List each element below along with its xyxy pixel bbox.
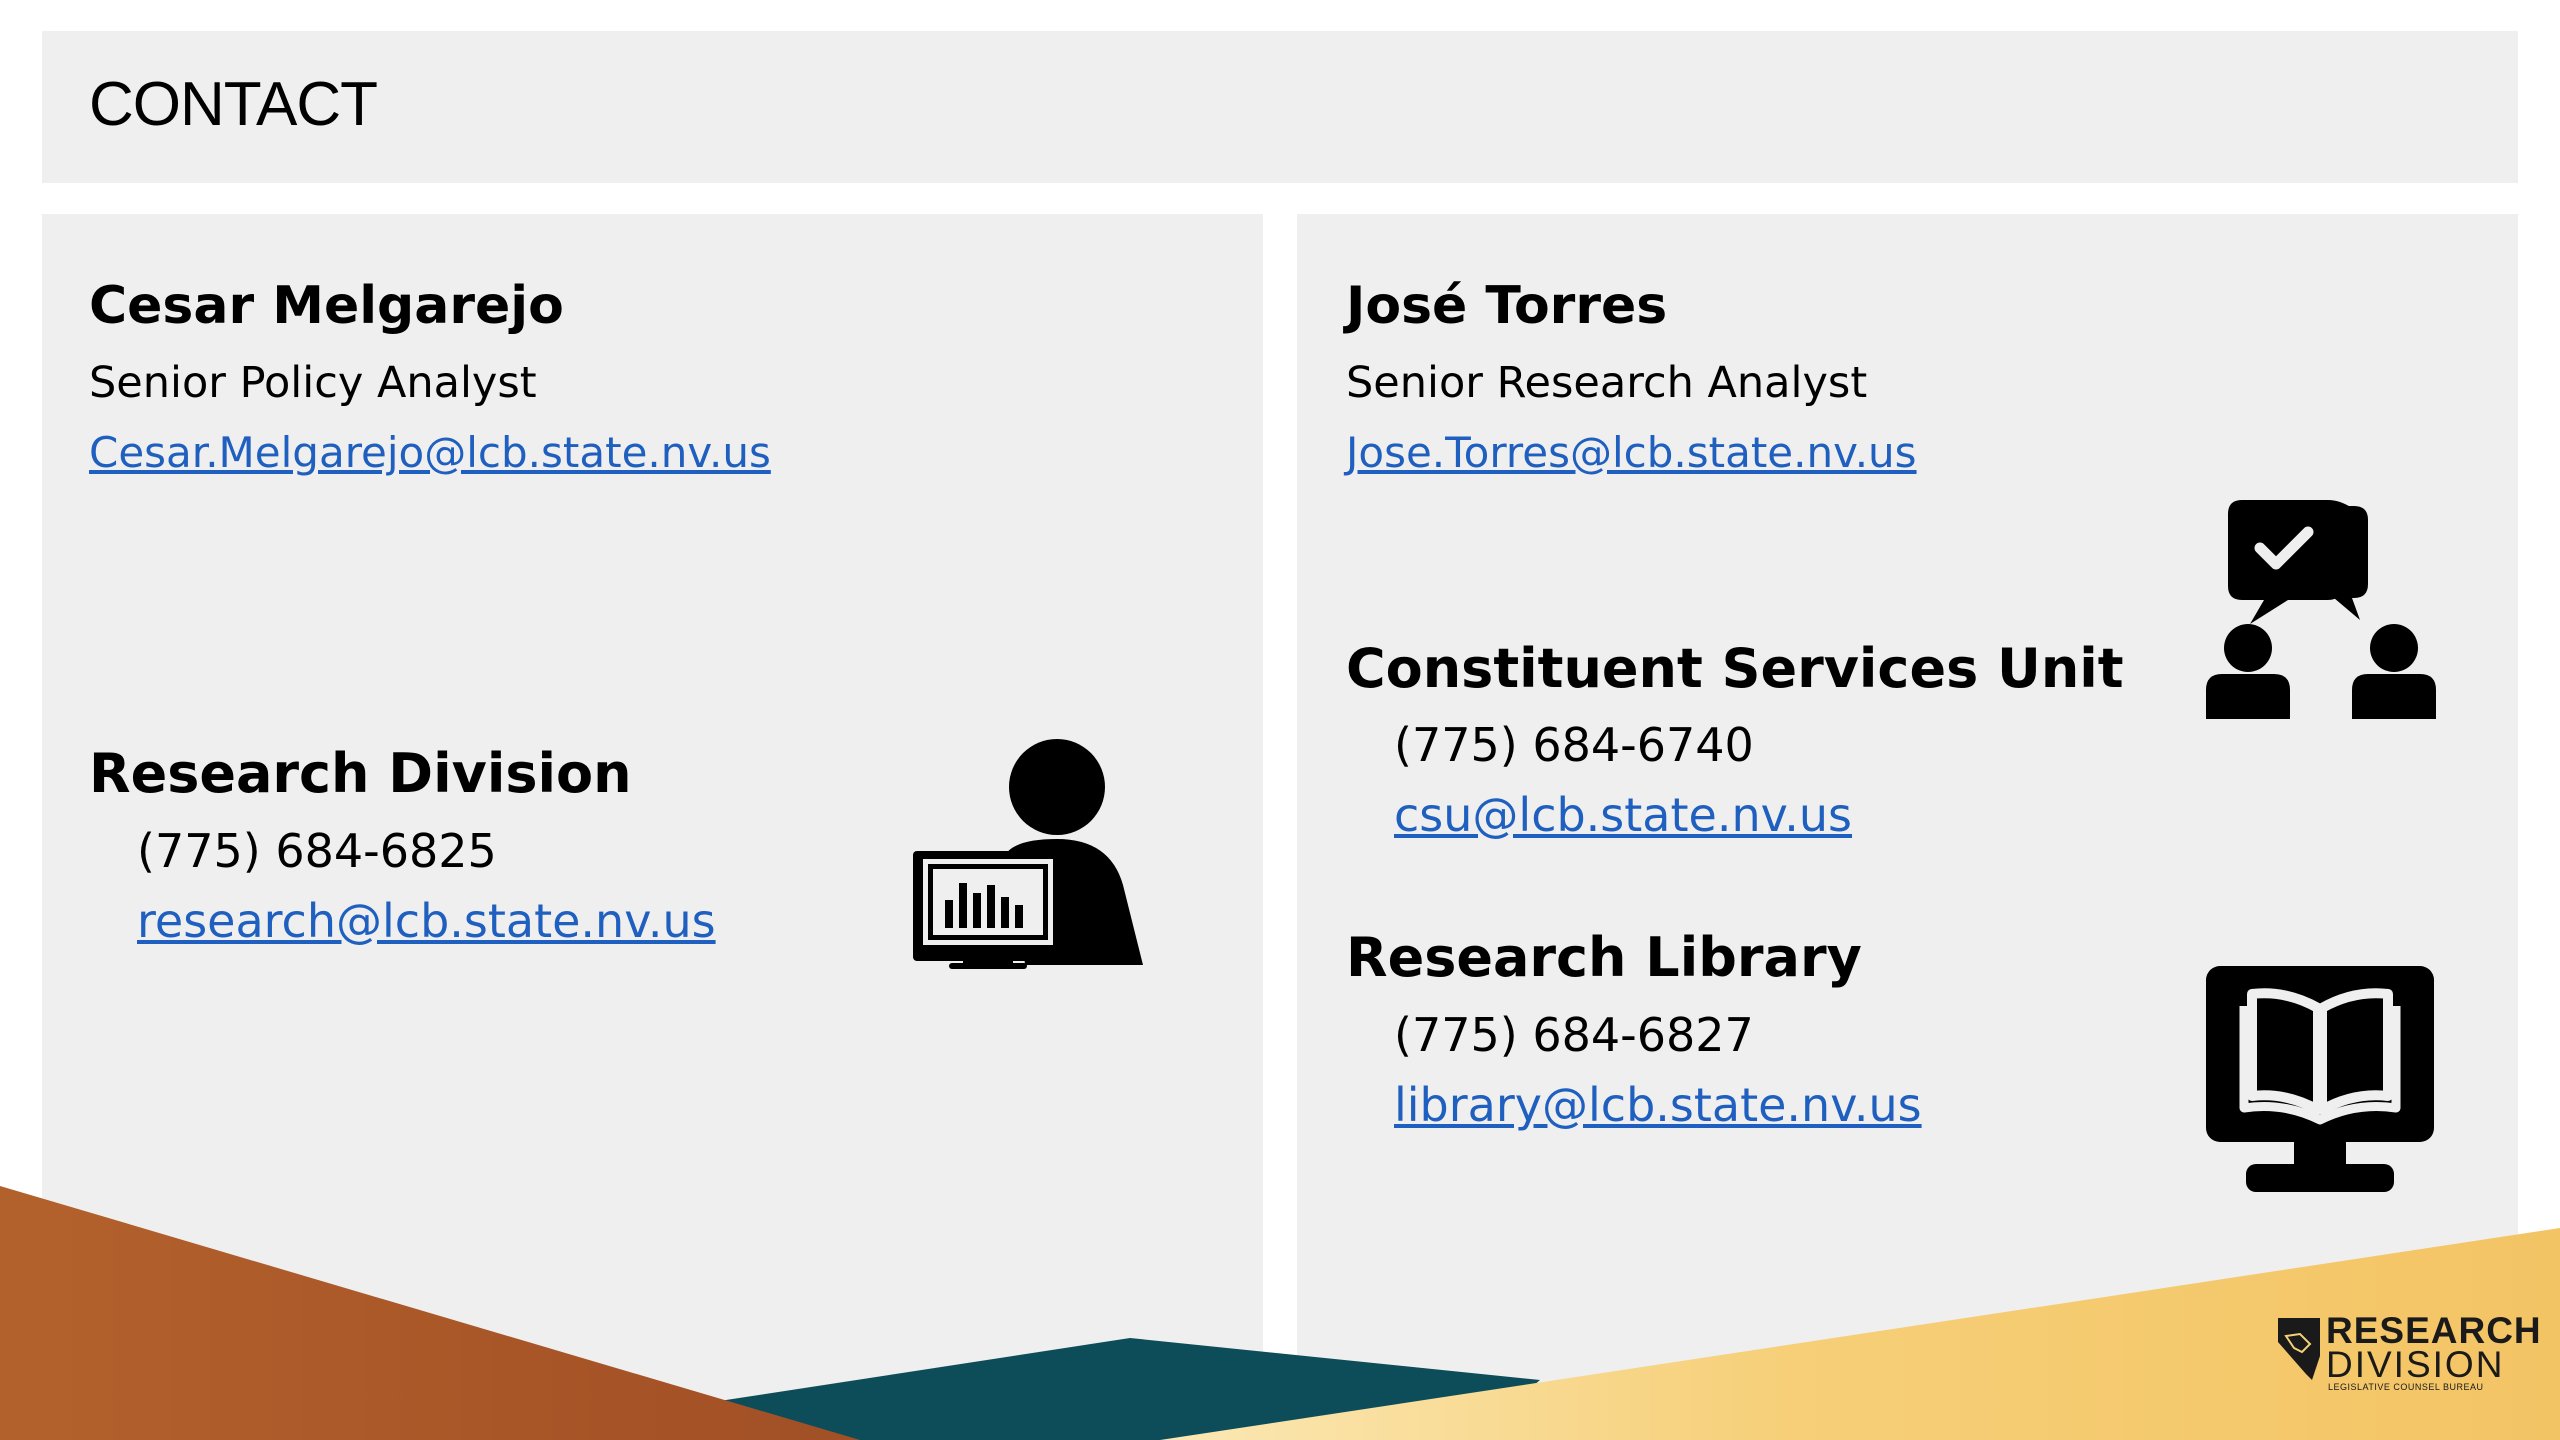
logo-line-3: LEGISLATIVE COUNSEL BUREAU xyxy=(2328,1382,2484,1392)
nevada-state-icon xyxy=(2278,1318,2320,1380)
bottom-decoration xyxy=(0,1186,2560,1440)
logo-line-2: DIVISION xyxy=(2326,1344,2505,1385)
research-division-logo: RESEARCH DIVISION LEGISLATIVE COUNSEL BU… xyxy=(2276,1310,2541,1392)
